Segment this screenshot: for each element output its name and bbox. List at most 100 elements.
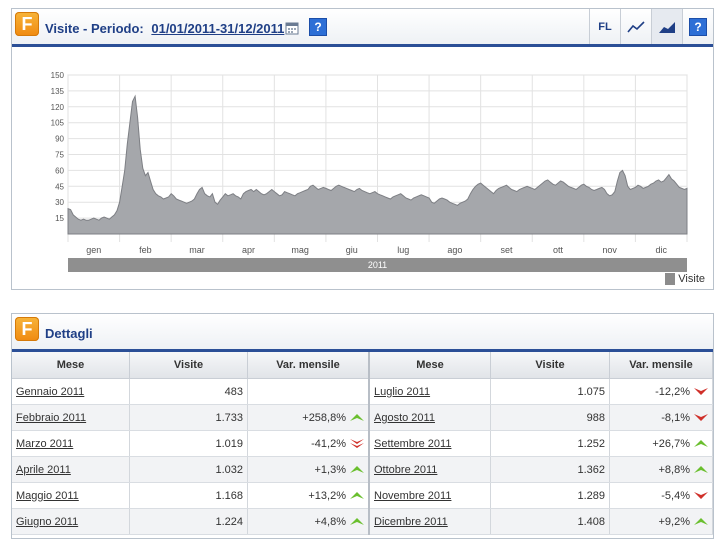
var-value: -5,4% — [661, 489, 690, 502]
trend-up-icon — [350, 466, 364, 473]
table-row: Giugno 2011 1.224 +4,8% Dicembre 2011 1.408 +… — [12, 508, 713, 535]
line-chart-button[interactable] — [620, 9, 651, 44]
month-cell: Gennaio 2011 — [12, 378, 130, 405]
trend-up-icon — [694, 466, 708, 473]
col-visite-right[interactable]: Visite — [490, 352, 610, 379]
y-tick-label: 60 — [55, 166, 64, 175]
month-cell: Novembre 2011 — [369, 482, 491, 509]
table-row: Febbraio 2011 1.733 +258,8% Agosto 2011 988 -… — [12, 404, 713, 431]
var-wrap: -12,2% — [655, 386, 708, 398]
var-value: +4,8% — [314, 515, 347, 528]
table-row: Gennaio 2011 483 Luglio 2011 1.075 -12,2% — [12, 378, 713, 405]
visite-panel: F Visite - Periodo: 01/01/2011-31/12/201… — [11, 8, 714, 290]
chart-toolbar: FL ? — [589, 9, 713, 44]
area-chart-icon — [659, 21, 675, 33]
f-logo-icon: F — [15, 12, 39, 36]
var-value: -41,2% — [311, 437, 346, 450]
visits-cell: 988 — [490, 404, 610, 431]
var-value: -12,2% — [655, 385, 690, 398]
trend-down-icon — [694, 388, 708, 395]
var-value: +8,8% — [658, 463, 691, 476]
col-visite-left[interactable]: Visite — [129, 352, 248, 379]
visits-cell: 1.168 — [129, 482, 248, 509]
table-row: Aprile 2011 1.032 +1,3% Ottobre 2011 1.362 +8… — [12, 456, 713, 483]
x-tick-label: lug — [397, 245, 409, 255]
month-link[interactable]: Settembre 2011 — [374, 438, 451, 450]
table-header-row: Mese Visite Var. mensile Mese Visite Var… — [12, 352, 713, 379]
x-tick-label: gen — [86, 245, 101, 255]
x-tick-label: apr — [242, 245, 255, 255]
legend-label: Visite — [678, 273, 705, 285]
col-var-right[interactable]: Var. mensile — [609, 352, 713, 379]
visits-cell: 1.252 — [490, 430, 610, 457]
x-tick-label: dic — [655, 245, 667, 255]
month-link[interactable]: Aprile 2011 — [16, 464, 71, 476]
trend-down-icon — [694, 492, 708, 499]
chart-help-icon: ? — [689, 17, 707, 36]
var-wrap: +13,2% — [308, 490, 364, 502]
period-help-icon[interactable]: ? — [309, 18, 327, 36]
var-cell: +8,8% — [609, 456, 713, 483]
var-wrap: +26,7% — [652, 438, 708, 450]
month-link[interactable]: Agosto 2011 — [374, 412, 435, 424]
y-tick-label: 90 — [55, 135, 64, 144]
chart-legend: Visite — [665, 273, 705, 285]
col-var-left[interactable]: Var. mensile — [247, 352, 370, 379]
y-tick-label: 45 — [55, 182, 64, 191]
month-link[interactable]: Ottobre 2011 — [374, 464, 437, 476]
visite-title: Visite - Periodo: 01/01/2011-31/12/2011 — [45, 21, 284, 36]
year-label: 2011 — [368, 260, 387, 270]
trend-down-icon — [694, 414, 708, 421]
month-link[interactable]: Luglio 2011 — [374, 386, 430, 398]
y-tick-label: 105 — [51, 119, 65, 128]
line-chart-icon — [627, 20, 645, 33]
visits-cell: 1.019 — [129, 430, 248, 457]
chart-help-button[interactable]: ? — [682, 9, 713, 44]
visits-cell: 1.362 — [490, 456, 610, 483]
month-link[interactable]: Dicembre 2011 — [374, 516, 448, 528]
calendar-icon[interactable] — [285, 21, 299, 35]
y-tick-label: 75 — [55, 151, 64, 160]
var-wrap: -8,1% — [661, 412, 708, 424]
area-chart-button[interactable] — [651, 9, 682, 44]
x-tick-label: nov — [602, 245, 617, 255]
month-link[interactable]: Giugno 2011 — [16, 516, 78, 528]
month-cell: Giugno 2011 — [12, 508, 130, 535]
var-value: -8,1% — [661, 411, 690, 424]
var-value: +13,2% — [308, 489, 346, 502]
var-cell — [247, 378, 370, 405]
trend-up-icon — [350, 414, 364, 421]
visits-cell: 1.733 — [129, 404, 248, 431]
var-wrap: -5,4% — [661, 490, 708, 502]
var-wrap: +258,8% — [302, 412, 364, 424]
var-cell: +4,8% — [247, 508, 370, 535]
month-cell: Settembre 2011 — [369, 430, 491, 457]
var-value: +26,7% — [652, 437, 690, 450]
visite-area-chart: 15 30 45 60 75 90 105 120 135 150 gen feb mar apr mag g… — [51, 71, 688, 272]
var-cell: -41,2% — [247, 430, 370, 457]
month-link[interactable]: Marzo 2011 — [16, 438, 73, 450]
x-tick-label: ago — [447, 245, 462, 255]
visits-cell: 1.032 — [129, 456, 248, 483]
dettagli-header: F Dettagli — [12, 314, 713, 352]
visite-header: F Visite - Periodo: 01/01/2011-31/12/201… — [12, 9, 713, 47]
legend-swatch — [665, 273, 676, 285]
period-link[interactable]: 01/01/2011-31/12/2011 — [151, 21, 284, 36]
fl-button[interactable]: FL — [589, 9, 620, 44]
month-link[interactable]: Maggio 2011 — [16, 490, 79, 502]
month-link[interactable]: Gennaio 2011 — [16, 386, 84, 398]
month-link[interactable]: Febbraio 2011 — [16, 412, 86, 424]
var-wrap: +4,8% — [314, 515, 364, 528]
details-table: Mese Visite Var. mensile Mese Visite Var… — [12, 352, 713, 535]
month-cell: Luglio 2011 — [369, 378, 491, 405]
x-tick-label: mag — [291, 245, 309, 255]
var-cell: -12,2% — [609, 378, 713, 405]
visite-chart: 15 30 45 60 75 90 105 120 135 150 gen feb mar apr mag g… — [12, 47, 713, 289]
visits-cell: 1.224 — [129, 508, 248, 535]
var-cell: -5,4% — [609, 482, 713, 509]
col-mese-right[interactable]: Mese — [369, 352, 491, 379]
col-mese-left[interactable]: Mese — [12, 352, 130, 379]
month-cell: Ottobre 2011 — [369, 456, 491, 483]
month-cell: Febbraio 2011 — [12, 404, 130, 431]
month-link[interactable]: Novembre 2011 — [374, 490, 451, 502]
